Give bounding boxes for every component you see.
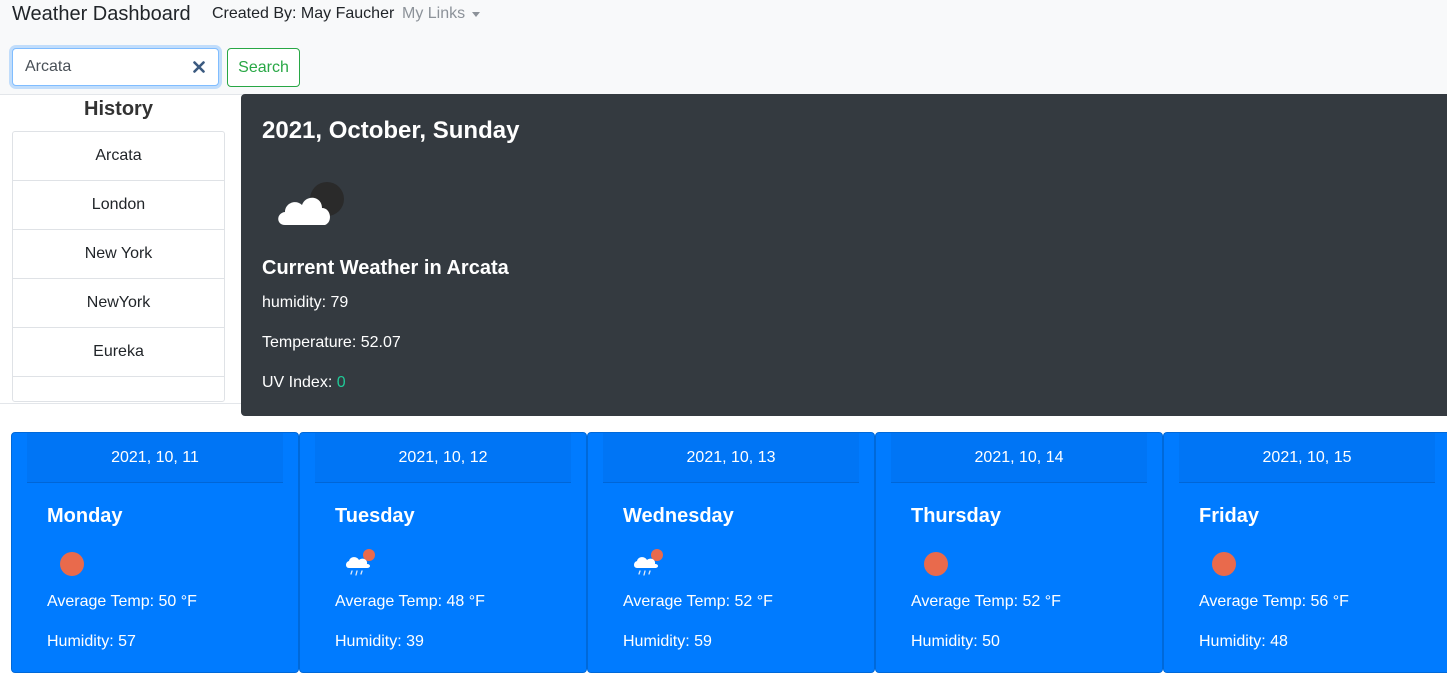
forecast-humidity: Humidity: 57 xyxy=(47,633,136,650)
forecast-day: Friday xyxy=(1199,505,1260,527)
forecast-humidity: Humidity: 48 xyxy=(1199,633,1288,650)
uv-index-value: 0 xyxy=(336,374,346,391)
search-box xyxy=(12,48,219,86)
uv-index-label: UV Index: xyxy=(262,374,337,391)
sun-icon xyxy=(924,552,948,576)
forecast-card-friday: 2021, 10, 15 Friday Average Temp: 56 °F … xyxy=(1163,432,1447,673)
forecast-day: Thursday xyxy=(911,505,1002,527)
forecast-temp: Average Temp: 56 °F xyxy=(1199,593,1349,610)
my-links-dropdown[interactable]: My Links xyxy=(402,4,481,24)
forecast-temp: Average Temp: 52 °F xyxy=(911,593,1061,610)
history-item-eureka[interactable]: Eureka xyxy=(13,328,224,377)
history-title: History xyxy=(84,98,153,120)
search-input[interactable] xyxy=(13,49,185,85)
forecast-card-wednesday: 2021, 10, 13 Wednesday Average Temp: 52 … xyxy=(587,432,875,673)
forecast-humidity: Humidity: 39 xyxy=(335,633,424,650)
cloudy-night-icon xyxy=(278,182,344,225)
rain-sun-icon xyxy=(346,549,375,576)
history-item-arcata[interactable]: Arcata xyxy=(13,132,224,181)
forecast-card-tuesday: 2021, 10, 12 Tuesday Average Temp: 48 °F… xyxy=(299,432,587,673)
forecast-card-thursday: 2021, 10, 14 Thursday Average Temp: 52 °… xyxy=(875,432,1163,673)
history-item-empty[interactable] xyxy=(13,377,224,401)
divider xyxy=(0,403,241,404)
created-by-text: Created By: May Faucher xyxy=(212,5,395,22)
sun-icon xyxy=(1212,552,1236,576)
forecast-card-monday: 2021, 10, 11 Monday Average Temp: 50 °F … xyxy=(11,432,299,673)
navbar: Weather Dashboard Created By: May Fauche… xyxy=(0,0,1447,95)
search-button[interactable]: Search xyxy=(227,48,300,87)
current-humidity: humidity: 79 xyxy=(262,294,349,311)
forecast-date: 2021, 10, 11 xyxy=(27,433,283,483)
current-date: 2021, October, Sunday xyxy=(262,117,520,144)
forecast-humidity: Humidity: 59 xyxy=(623,633,712,650)
forecast-date: 2021, 10, 12 xyxy=(315,433,571,483)
history-list: Arcata London New York NewYork Eureka xyxy=(12,131,225,402)
forecast-date: 2021, 10, 13 xyxy=(603,433,859,483)
current-uv-index: UV Index: 0 xyxy=(262,373,346,393)
my-links-label: My Links xyxy=(402,5,466,22)
forecast-temp: Average Temp: 50 °F xyxy=(47,593,197,610)
current-weather-title: Current Weather in Arcata xyxy=(262,257,509,279)
history-item-newyork[interactable]: NewYork xyxy=(13,279,224,328)
forecast-humidity: Humidity: 50 xyxy=(911,633,1000,650)
forecast-day: Tuesday xyxy=(335,505,415,527)
history-item-new-york[interactable]: New York xyxy=(13,230,224,279)
clear-icon[interactable] xyxy=(193,61,205,73)
forecast-temp: Average Temp: 48 °F xyxy=(335,593,485,610)
forecast-date: 2021, 10, 14 xyxy=(891,433,1147,483)
history-item-london[interactable]: London xyxy=(13,181,224,230)
forecast-day: Monday xyxy=(47,505,123,527)
current-weather-panel: 2021, October, Sunday Current Weather in… xyxy=(241,94,1447,416)
forecast-day: Wednesday xyxy=(623,505,734,527)
caret-down-icon xyxy=(472,12,481,17)
current-temperature: Temperature: 52.07 xyxy=(262,334,401,351)
forecast-temp: Average Temp: 52 °F xyxy=(623,593,773,610)
rain-sun-icon xyxy=(634,549,663,576)
brand-title[interactable]: Weather Dashboard xyxy=(12,2,191,26)
sun-icon xyxy=(60,552,84,576)
forecast-date: 2021, 10, 15 xyxy=(1179,433,1435,483)
